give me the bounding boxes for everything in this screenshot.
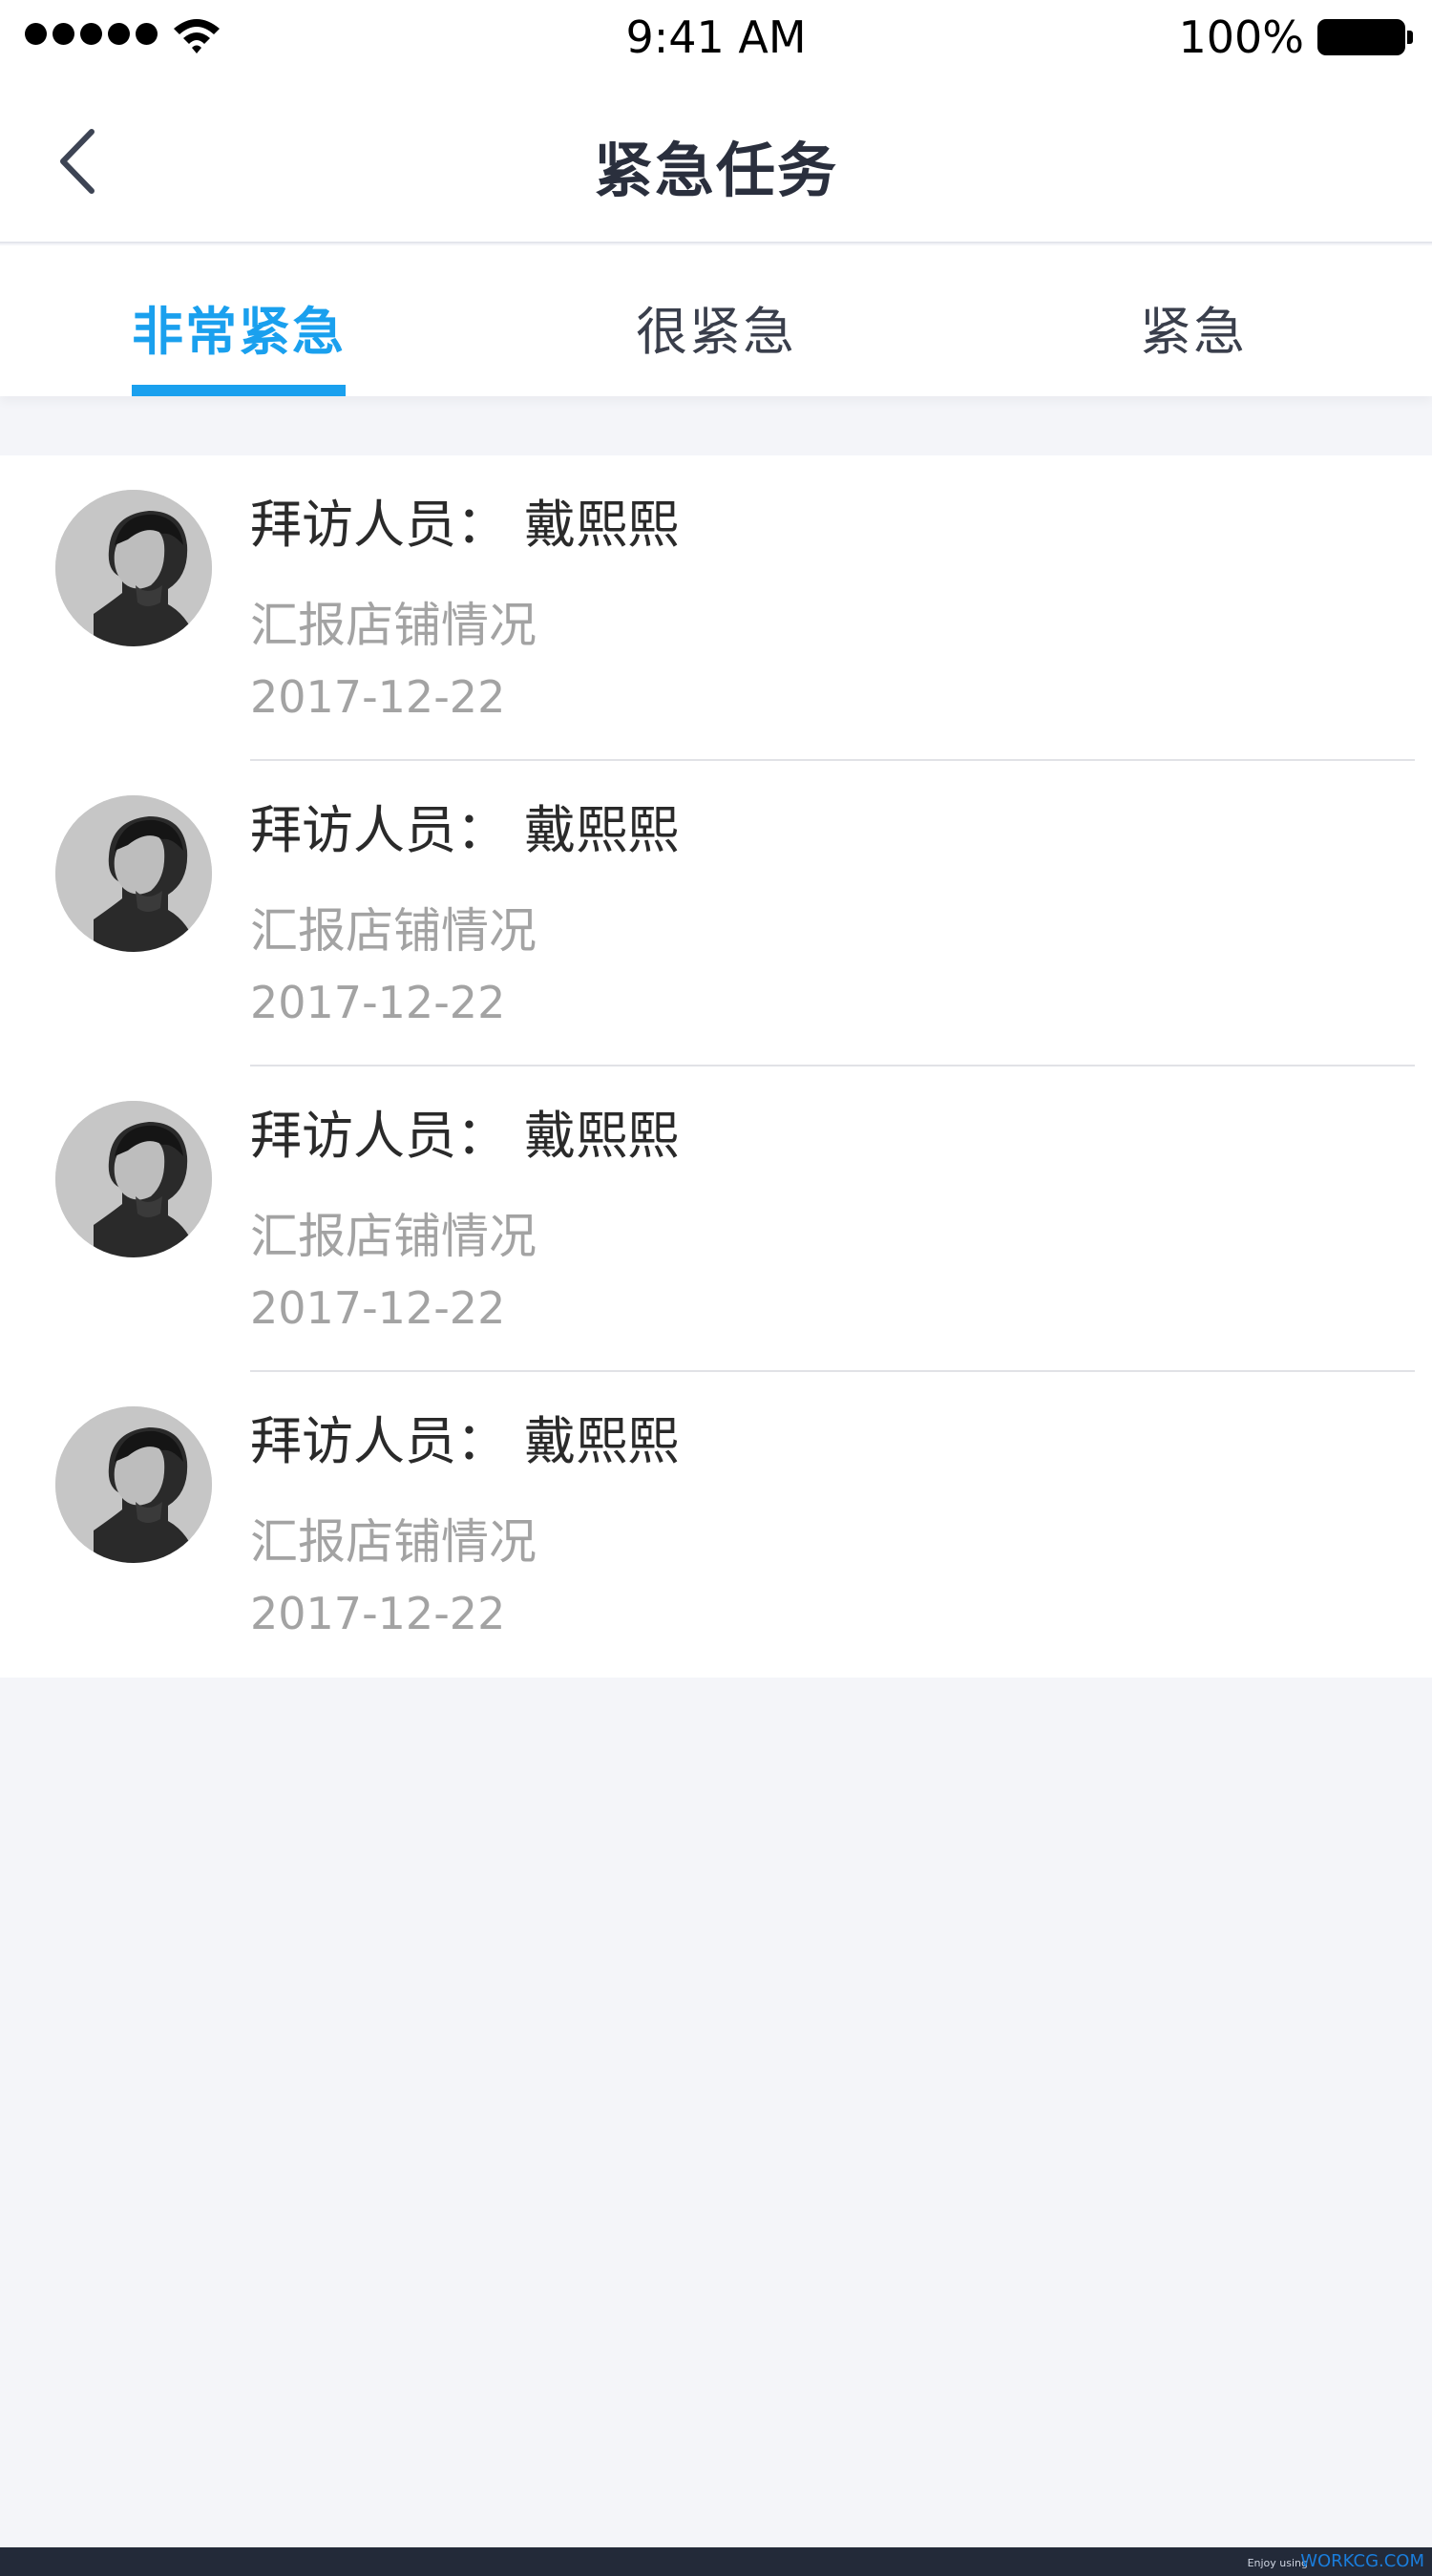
task-description: 汇报店铺情况 [250, 1514, 537, 1570]
task-description: 汇报店铺情况 [250, 1209, 537, 1264]
tab-label: 紧急 [1140, 302, 1247, 362]
task-date: 2017-12-22 [250, 671, 506, 723]
task-date: 2017-12-22 [250, 977, 506, 1028]
task-title: 拜访人员： 戴熙熙 [250, 495, 680, 555]
bottom-strip: Enjoy using WORKCG.COM [0, 2547, 1432, 2576]
task-list-item[interactable]: 拜访人员： 戴熙熙 汇报店铺情况 2017-12-22 [0, 761, 1432, 1066]
tab-label: 非常紧急 [132, 302, 346, 362]
task-description: 汇报店铺情况 [250, 598, 537, 653]
person-avatar-icon [55, 1406, 212, 1563]
person-avatar-icon [55, 795, 212, 952]
tab-highly-urgent[interactable]: 很紧急 [477, 245, 955, 396]
task-date: 2017-12-22 [250, 1282, 506, 1334]
person-avatar-icon [55, 1101, 212, 1257]
tab-urgent[interactable]: 紧急 [955, 245, 1432, 396]
avatar [55, 1406, 212, 1563]
active-tab-indicator [132, 385, 346, 396]
task-title: 拜访人员： 戴熙熙 [250, 1106, 680, 1166]
avatar [55, 490, 212, 646]
avatar [55, 1101, 212, 1257]
task-list-item[interactable]: 拜访人员： 戴熙熙 汇报店铺情况 2017-12-22 [0, 1372, 1432, 1678]
person-avatar-icon [55, 490, 212, 646]
task-date: 2017-12-22 [250, 1588, 506, 1639]
status-bar: 9:41 AM 100% [0, 0, 1432, 76]
task-description: 汇报店铺情况 [250, 903, 537, 959]
navigation-bar: 紧急任务 [0, 76, 1432, 243]
task-list-item[interactable]: 拜访人员： 戴熙熙 汇报店铺情况 2017-12-22 [0, 455, 1432, 761]
page-title: 紧急任务 [593, 136, 838, 205]
tab-bar: 非常紧急 很紧急 紧急 [0, 245, 1432, 396]
battery-icon [1317, 19, 1413, 55]
watermark: WORKCG.COM [1300, 2551, 1424, 2571]
avatar [55, 795, 212, 952]
battery-percentage: 100% [1178, 11, 1304, 63]
tab-very-urgent[interactable]: 非常紧急 [0, 245, 477, 396]
task-list-item[interactable]: 拜访人员： 戴熙熙 汇报店铺情况 2017-12-22 [0, 1066, 1432, 1372]
task-title: 拜访人员： 戴熙熙 [250, 800, 680, 860]
task-list: 拜访人员： 戴熙熙 汇报店铺情况 2017-12-22 拜访人员： 戴熙熙 汇报… [0, 455, 1432, 1678]
tab-label: 很紧急 [636, 302, 796, 362]
task-title: 拜访人员： 戴熙熙 [250, 1411, 680, 1471]
enjoy-text: Enjoy using [1247, 2557, 1308, 2569]
